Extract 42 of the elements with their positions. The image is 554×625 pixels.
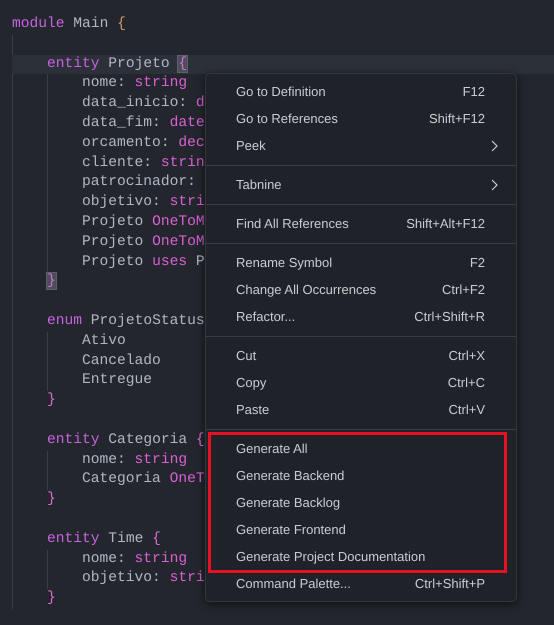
menu-item[interactable]: Copy Ctrl+C: [206, 369, 516, 396]
code-line: entity Projeto {: [47, 54, 188, 74]
menu-item[interactable]: Generate Backlog: [206, 489, 516, 516]
code-line: }: [47, 490, 56, 510]
code-line: nome: string: [82, 74, 188, 94]
menu-item[interactable]: Refactor... Ctrl+Shift+R: [206, 303, 516, 330]
menu-item[interactable]: Generate All: [206, 435, 516, 462]
code-line: enum ProjetoStatus: [47, 312, 205, 331]
menu-item[interactable]: Generate Project Documentation: [206, 543, 516, 570]
code-line: objetivo: stri: [82, 569, 205, 588]
menu-item[interactable]: Go to References Shift+F12: [206, 105, 516, 132]
code-line: data_inicio: d: [82, 94, 205, 114]
code-line: nome: string: [82, 450, 188, 470]
menu-item[interactable]: Tabnine: [206, 171, 516, 198]
code-line: cliente: strin: [82, 154, 205, 173]
menu-item[interactable]: Cut Ctrl+X: [206, 342, 516, 369]
menu-item[interactable]: Go to Definition F12: [206, 78, 516, 105]
menu-item[interactable]: Find All References Shift+Alt+F12: [206, 210, 516, 237]
code-line: patrocinador:: [82, 173, 196, 192]
code-line: }: [47, 391, 56, 410]
code-line: Projeto uses P: [82, 252, 205, 272]
menu-item[interactable]: Peek: [206, 132, 516, 159]
code-line: }: [47, 589, 56, 608]
menu-item[interactable]: Generate Backend: [206, 462, 516, 489]
code-line: Entregue: [82, 371, 152, 390]
code-line: Cancelado: [82, 352, 161, 371]
menu-item[interactable]: Change All Occurrences Ctrl+F2: [206, 276, 516, 303]
code-line: objetivo: stri: [82, 193, 205, 212]
code-line: nome: string: [82, 550, 188, 569]
menu-item[interactable]: Paste Ctrl+V: [206, 396, 516, 423]
code-line: Projeto OneToM: [82, 232, 205, 252]
menu-item[interactable]: Command Palette... Ctrl+Shift+P: [206, 570, 516, 597]
code-line: data_fim: date: [82, 114, 205, 133]
code-line: entity Time {: [47, 530, 161, 549]
code-line: Ativo: [82, 332, 126, 351]
code-line: Projeto OneToM: [82, 212, 205, 232]
code-line: orcamento: dec: [82, 134, 205, 153]
code-line: entity Categoria {: [47, 430, 205, 450]
menu-item[interactable]: Rename Symbol F2: [206, 249, 516, 276]
menu-item[interactable]: Generate Frontend: [206, 516, 516, 543]
code-line: module Main {: [12, 15, 126, 34]
code-line: Categoria OneT: [82, 470, 205, 490]
